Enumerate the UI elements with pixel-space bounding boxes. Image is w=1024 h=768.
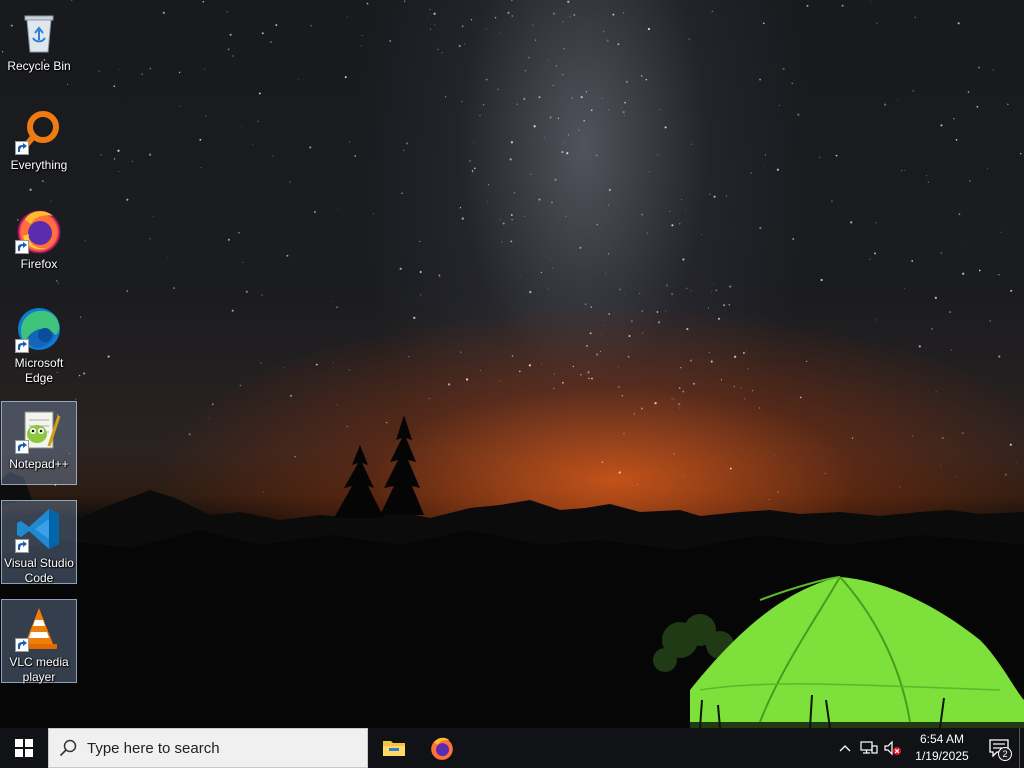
desktop-icon-label: Everything	[10, 158, 68, 172]
desktop-icon-microsoft-edge[interactable]: Microsoft Edge	[1, 301, 77, 385]
network-icon	[860, 741, 878, 754]
shortcut-arrow-icon	[15, 638, 29, 652]
volume-button[interactable]	[881, 728, 905, 768]
taskbar-clock[interactable]: 6:54 AM 1/19/2025	[905, 728, 979, 768]
action-center-button[interactable]: 2	[979, 728, 1019, 768]
desktop-wallpaper[interactable]	[0, 0, 1024, 728]
notification-count-badge: 2	[998, 747, 1012, 761]
landscape-silhouette	[0, 415, 1024, 728]
edge-icon	[15, 305, 63, 353]
shortcut-arrow-icon	[15, 141, 29, 155]
desktop-icon-label: Recycle Bin	[7, 59, 71, 73]
shortcut-arrow-icon	[15, 339, 29, 353]
desktop-icon-firefox[interactable]: Firefox	[1, 202, 77, 286]
taskbar-search-box[interactable]: Type here to search	[48, 728, 368, 768]
desktop-icon-everything[interactable]: Everything	[1, 103, 77, 187]
desktop-icon-recycle-bin[interactable]: Recycle Bin	[1, 4, 77, 88]
shortcut-arrow-icon	[15, 440, 29, 454]
vlc-icon	[15, 604, 63, 652]
search-placeholder: Type here to search	[87, 739, 220, 757]
search-icon	[59, 739, 77, 757]
desktop-icon-notepad-plus-plus[interactable]: Notepad++	[1, 401, 77, 485]
desktop-icon-label: Notepad++	[9, 457, 69, 471]
taskbar: Type here to search 6:54 AM 1/19/2025 2	[0, 728, 1024, 768]
network-status-button[interactable]	[857, 728, 881, 768]
file-explorer-icon	[383, 741, 405, 756]
show-desktop-button[interactable]	[1019, 728, 1024, 768]
firefox-icon	[15, 206, 63, 254]
desktop-icon-label: Visual Studio Code	[4, 556, 74, 585]
desktop-icon-visual-studio-code[interactable]: Visual Studio Code	[1, 500, 77, 585]
vscode-icon	[15, 505, 63, 553]
desktop-icon-label: VLC media player	[9, 655, 69, 684]
notepadpp-icon	[15, 406, 63, 454]
shortcut-arrow-icon	[15, 539, 29, 553]
recycle-bin-icon	[15, 8, 63, 56]
taskbar-file-explorer[interactable]	[370, 728, 418, 768]
start-button[interactable]	[0, 728, 48, 768]
desktop-icon-label: Firefox	[20, 257, 58, 271]
clock-time: 6:54 AM	[919, 732, 965, 746]
desktop-icon-label: Microsoft Edge	[14, 356, 64, 385]
windows-logo-icon	[15, 739, 33, 757]
firefox-icon	[431, 737, 453, 760]
volume-muted-icon	[884, 740, 901, 756]
everything-search-icon	[15, 107, 63, 155]
desktop-icon-vlc-media-player[interactable]: VLC media player	[1, 599, 77, 684]
system-tray: 6:54 AM 1/19/2025 2	[833, 728, 1024, 768]
chevron-up-icon	[839, 745, 851, 752]
clock-date: 1/19/2025	[915, 749, 969, 763]
show-hidden-icons-button[interactable]	[833, 728, 857, 768]
taskbar-firefox[interactable]	[418, 728, 466, 768]
shortcut-arrow-icon	[15, 240, 29, 254]
